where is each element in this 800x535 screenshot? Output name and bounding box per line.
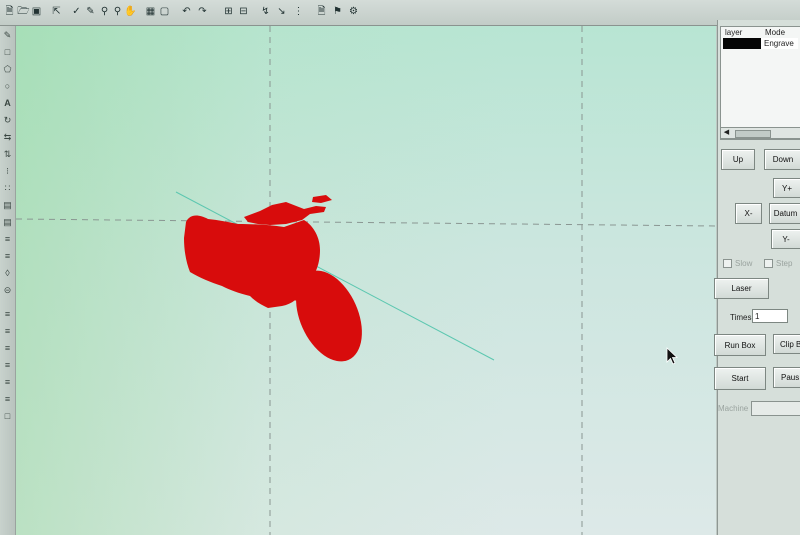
- undo-icon[interactable]: ↶: [180, 5, 193, 18]
- machine-select[interactable]: [751, 401, 800, 416]
- canvas-drawing: [16, 26, 716, 535]
- copy-icon[interactable]: ≡: [2, 377, 13, 388]
- run-box-button[interactable]: Run Box: [714, 334, 766, 356]
- scrollbar-thumb[interactable]: [735, 130, 771, 138]
- ungroup-icon[interactable]: ⊟: [237, 5, 250, 18]
- control-panel: layer Mode Engrave ◀ Up Down Y+ X- Datum…: [714, 20, 800, 535]
- hatch-icon[interactable]: ≡: [2, 343, 13, 354]
- array-copy-icon[interactable]: ∷: [2, 183, 13, 194]
- laser-button[interactable]: Laser: [714, 278, 769, 299]
- text-icon[interactable]: A: [2, 98, 13, 109]
- step-checkbox[interactable]: [764, 259, 773, 268]
- clip-box-button[interactable]: Clip B: [773, 334, 800, 354]
- paste-icon[interactable]: ≡: [2, 394, 13, 405]
- stamp-icon[interactable]: ⚙: [347, 5, 360, 18]
- settings-icon[interactable]: ⚑: [331, 5, 344, 18]
- times-input[interactable]: 1: [752, 309, 788, 323]
- guide-line-horizontal: [16, 218, 716, 227]
- scroll-left-icon[interactable]: ◀: [722, 128, 731, 138]
- save-icon[interactable]: ▣: [30, 5, 43, 18]
- pencil-icon[interactable]: ✎: [84, 5, 97, 18]
- clear-icon[interactable]: ▢: [158, 5, 171, 18]
- pencil-icon[interactable]: ✎: [2, 30, 13, 41]
- measure-icon[interactable]: ◊: [2, 268, 13, 279]
- datum-button[interactable]: Datum: [769, 203, 800, 224]
- pause-button[interactable]: Paus: [773, 367, 800, 388]
- y-minus-button[interactable]: Y-: [771, 229, 800, 249]
- offset-icon[interactable]: ≡: [2, 251, 13, 262]
- node-icon[interactable]: ⁝: [2, 166, 13, 177]
- print-preview-icon[interactable]: 🗎: [315, 5, 328, 18]
- mode-column-header: Mode: [765, 28, 786, 37]
- pan-icon[interactable]: ✋: [124, 5, 137, 18]
- group-icon[interactable]: ⊞: [222, 5, 235, 18]
- polygon-icon[interactable]: ⬠: [2, 64, 13, 75]
- layer-list: layer Mode Engrave: [720, 26, 800, 140]
- main-toolbar: 🗎 🗁 ▣ ⇱ ✓ ✎ ⚲ ⚲ ✋ ▦ ▢ ↶ ↷ ⊞ ⊟ ↯ ↘ ⋮ 🗎 ⚑ …: [0, 0, 800, 26]
- grid-icon[interactable]: ⊝: [2, 285, 13, 296]
- drawing-canvas[interactable]: [16, 26, 716, 535]
- left-tool-strip: ✎ □ ⬠ ○ A ↻ ⇆ ⇅ ⁝ ∷ ▤ ▤ ≡ ≡ ◊ ⊝ ≡ ≡ ≡ ≡ …: [0, 26, 16, 535]
- ellipse-icon[interactable]: ○: [2, 81, 13, 92]
- layer-row[interactable]: Engrave: [723, 38, 798, 49]
- up-button[interactable]: Up: [721, 149, 755, 170]
- import-icon[interactable]: ⇱: [50, 5, 63, 18]
- slow-checkbox[interactable]: [723, 259, 732, 268]
- y-plus-button[interactable]: Y+: [773, 178, 800, 198]
- step-label: Step: [776, 259, 793, 268]
- trace-icon[interactable]: ↯: [259, 5, 272, 18]
- node-edit-icon[interactable]: ✓: [70, 5, 83, 18]
- mouse-cursor-icon: [666, 347, 679, 365]
- engrave-shape-motorcycle[interactable]: [184, 195, 375, 372]
- layer-mode[interactable]: Engrave: [764, 39, 794, 48]
- open-folder-icon[interactable]: 🗁: [17, 5, 30, 18]
- zoom-out-icon[interactable]: ⚲: [111, 5, 124, 18]
- start-button[interactable]: Start: [714, 367, 766, 390]
- slow-label: Slow: [735, 259, 753, 268]
- down-button[interactable]: Down: [764, 149, 800, 170]
- cut-icon[interactable]: ≡: [2, 360, 13, 371]
- zoom-in-icon[interactable]: ⚲: [98, 5, 111, 18]
- x-minus-button[interactable]: X-: [735, 203, 762, 224]
- rotate-icon[interactable]: ↻: [2, 115, 13, 126]
- array-icon[interactable]: ⋮: [292, 5, 305, 18]
- arrow-icon[interactable]: ↘: [275, 5, 288, 18]
- redo-icon[interactable]: ↷: [196, 5, 209, 18]
- layer-column-header: layer: [725, 28, 743, 37]
- times-label: Times: [730, 313, 752, 322]
- open-file-icon[interactable]: 🗎: [3, 5, 16, 18]
- layer-list-scrollbar[interactable]: ◀: [720, 127, 800, 139]
- align-icon[interactable]: ▤: [2, 200, 13, 211]
- layer-icon[interactable]: ≡: [2, 309, 13, 320]
- rectangle-icon[interactable]: □: [2, 47, 13, 58]
- select-all-icon[interactable]: ▦: [144, 5, 157, 18]
- distribute-icon[interactable]: ▤: [2, 217, 13, 228]
- distort-icon[interactable]: ⇅: [2, 149, 13, 160]
- weld-icon[interactable]: ≡: [2, 234, 13, 245]
- delete-icon[interactable]: □: [2, 411, 13, 422]
- layer-color-swatch[interactable]: [723, 38, 761, 49]
- machine-label: Machine: [718, 404, 749, 413]
- mirror-icon[interactable]: ⇆: [2, 132, 13, 143]
- merge-icon[interactable]: ≡: [2, 326, 13, 337]
- motorcycle-mirror: [312, 195, 332, 203]
